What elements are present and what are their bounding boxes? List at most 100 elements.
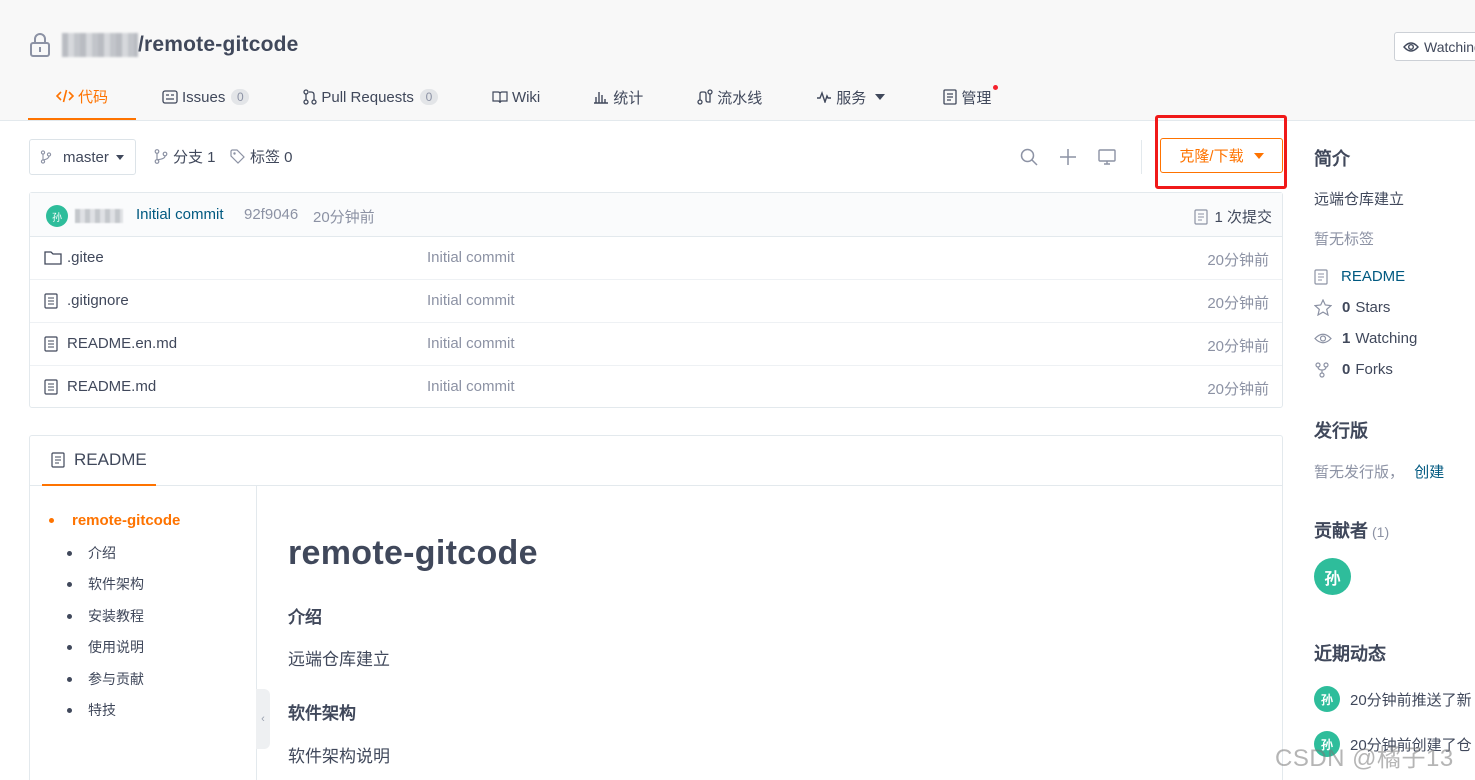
toc-label: 使用说明 [88, 639, 144, 655]
no-releases-text: 暂无发行版， [1314, 464, 1405, 481]
toc-item[interactable]: 介绍 [67, 543, 116, 563]
bullet-dot [49, 518, 54, 523]
table-row[interactable]: README.en.md Initial commit 20分钟前 [30, 323, 1282, 366]
bullet-dot [67, 707, 72, 713]
pull-request-icon [303, 89, 318, 105]
forks-link[interactable]: 0 Forks [1314, 361, 1393, 378]
eye-icon [1314, 333, 1332, 344]
toc-item[interactable]: 使用说明 [67, 637, 144, 657]
contributors-count: (1) [1372, 524, 1390, 540]
readme-paragraph: 软件架构说明 [288, 747, 390, 766]
web-ide-icon[interactable] [1097, 147, 1117, 167]
branch-icon [154, 149, 168, 164]
highlight-annotation-box [1155, 115, 1287, 189]
notification-dot [993, 85, 999, 90]
file-icon [44, 336, 58, 352]
branch-name: master [63, 148, 109, 166]
add-file-icon[interactable] [1058, 147, 1078, 167]
file-name[interactable]: .gitignore [67, 292, 129, 309]
toc-item[interactable]: 参与贡献 [67, 669, 144, 689]
tab-readme[interactable]: README [42, 436, 156, 486]
readme-link[interactable]: README [1314, 268, 1405, 285]
issues-icon [162, 90, 178, 104]
watching-count: 1 [1342, 330, 1351, 347]
code-toolbar: master 分支 1 标签 0 克隆/下载 [29, 138, 1283, 176]
chevron-down-icon [115, 154, 124, 160]
table-row[interactable]: .gitignore Initial commit 20分钟前 [30, 280, 1282, 323]
file-time: 20分钟前 [1207, 252, 1269, 269]
branches-link[interactable]: 分支 1 [154, 146, 216, 167]
toc-label: 介绍 [88, 545, 116, 561]
tags-count: 标签 0 [250, 149, 293, 166]
tab-label: Pull Requests [321, 88, 414, 106]
watching-link[interactable]: 1 Watching [1314, 330, 1417, 347]
readme-heading: 介绍 [288, 608, 322, 627]
pipeline-icon [697, 89, 713, 105]
avatar: 孙 [1314, 686, 1340, 712]
tags-link[interactable]: 标签 0 [230, 146, 293, 167]
tab-label: Wiki [511, 88, 541, 106]
watch-label: Watching [1424, 38, 1475, 55]
repo-tabs: 代码 Issues 0 Pull Requests 0 Wiki 统计 流水线 … [28, 74, 999, 121]
repo-header: /remote-gitcode Watching 代码 Issues 0 Pul… [0, 0, 1475, 121]
file-commit-message[interactable]: Initial commit [427, 378, 515, 395]
stars-link[interactable]: 0 Stars [1314, 299, 1390, 316]
toc-label: 特技 [88, 702, 116, 718]
activity-item[interactable]: 孙 20分钟前推送了新 [1314, 686, 1472, 712]
tab-issues[interactable]: Issues 0 [162, 74, 250, 120]
contributors-title: 贡献者 (1) [1314, 517, 1389, 543]
toc-item[interactable]: remote-gitcode [49, 512, 180, 529]
toc-item[interactable]: 软件架构 [67, 574, 144, 594]
branch-select[interactable]: master [29, 139, 136, 175]
eye-icon [1403, 41, 1419, 52]
create-release-link[interactable]: 创建 [1414, 464, 1444, 481]
chevron-left-icon: ‹ [261, 713, 265, 725]
csdn-watermark: CSDN @橘子13 [1275, 745, 1454, 772]
file-icon [44, 379, 58, 395]
readme-tab-label: README [74, 450, 147, 469]
avatar[interactable]: 孙 [1314, 558, 1351, 595]
tab-label: 管理 [961, 89, 992, 107]
intro-text: 远端仓库建立 [1314, 191, 1405, 208]
readme-panel: README remote-gitcode 介绍 软件架构 安装教程 使用说明 … [29, 435, 1283, 780]
tab-services[interactable]: 服务 [816, 74, 886, 120]
author-name-redacted [75, 209, 123, 223]
manage-doc-icon [943, 89, 957, 105]
toc-collapse-handle[interactable]: ‹ [256, 689, 270, 749]
file-commit-message[interactable]: Initial commit [427, 292, 515, 309]
pr-count-badge: 0 [419, 89, 438, 105]
tab-wiki[interactable]: Wiki [492, 74, 540, 120]
branch-icon [40, 150, 52, 164]
file-name[interactable]: README.md [67, 378, 156, 395]
tab-pull-requests[interactable]: Pull Requests 0 [303, 74, 438, 120]
bullet-dot [67, 644, 72, 650]
toc-label: 软件架构 [88, 576, 144, 592]
commit-message-link[interactable]: Initial commit [136, 206, 224, 223]
toc-item[interactable]: 特技 [67, 700, 116, 720]
star-icon [1314, 299, 1332, 316]
file-name[interactable]: README.en.md [67, 335, 177, 352]
search-icon[interactable] [1019, 147, 1039, 167]
watch-button[interactable]: Watching [1394, 32, 1475, 61]
folder-icon [44, 251, 62, 265]
file-name[interactable]: .gitee [67, 249, 104, 266]
tab-code[interactable]: 代码 [28, 74, 137, 120]
commit-count-link[interactable]: 1 次提交 [1194, 206, 1272, 227]
file-commit-message[interactable]: Initial commit [427, 249, 515, 266]
lock-icon [30, 33, 50, 57]
tab-stats[interactable]: 统计 [593, 74, 643, 120]
commit-sha[interactable]: 92f9046 [244, 206, 298, 223]
toc-item[interactable]: 安装教程 [67, 606, 144, 626]
table-row[interactable]: README.md Initial commit 20分钟前 [30, 366, 1282, 409]
repo-name[interactable]: /remote-gitcode [138, 33, 299, 57]
file-table: 孙 Initial commit 92f9046 20分钟前 1 次提交 .gi… [29, 192, 1283, 408]
table-row[interactable]: .gitee Initial commit 20分钟前 [30, 237, 1282, 280]
tab-label: 流水线 [717, 89, 763, 107]
tab-pipeline[interactable]: 流水线 [697, 74, 762, 120]
forks-label: Forks [1355, 361, 1393, 378]
file-time: 20分钟前 [1207, 338, 1269, 355]
readme-paragraph: 远端仓库建立 [288, 650, 390, 669]
file-commit-message[interactable]: Initial commit [427, 335, 515, 352]
avatar[interactable]: 孙 [46, 205, 68, 227]
tab-manage[interactable]: 管理 [943, 74, 999, 120]
